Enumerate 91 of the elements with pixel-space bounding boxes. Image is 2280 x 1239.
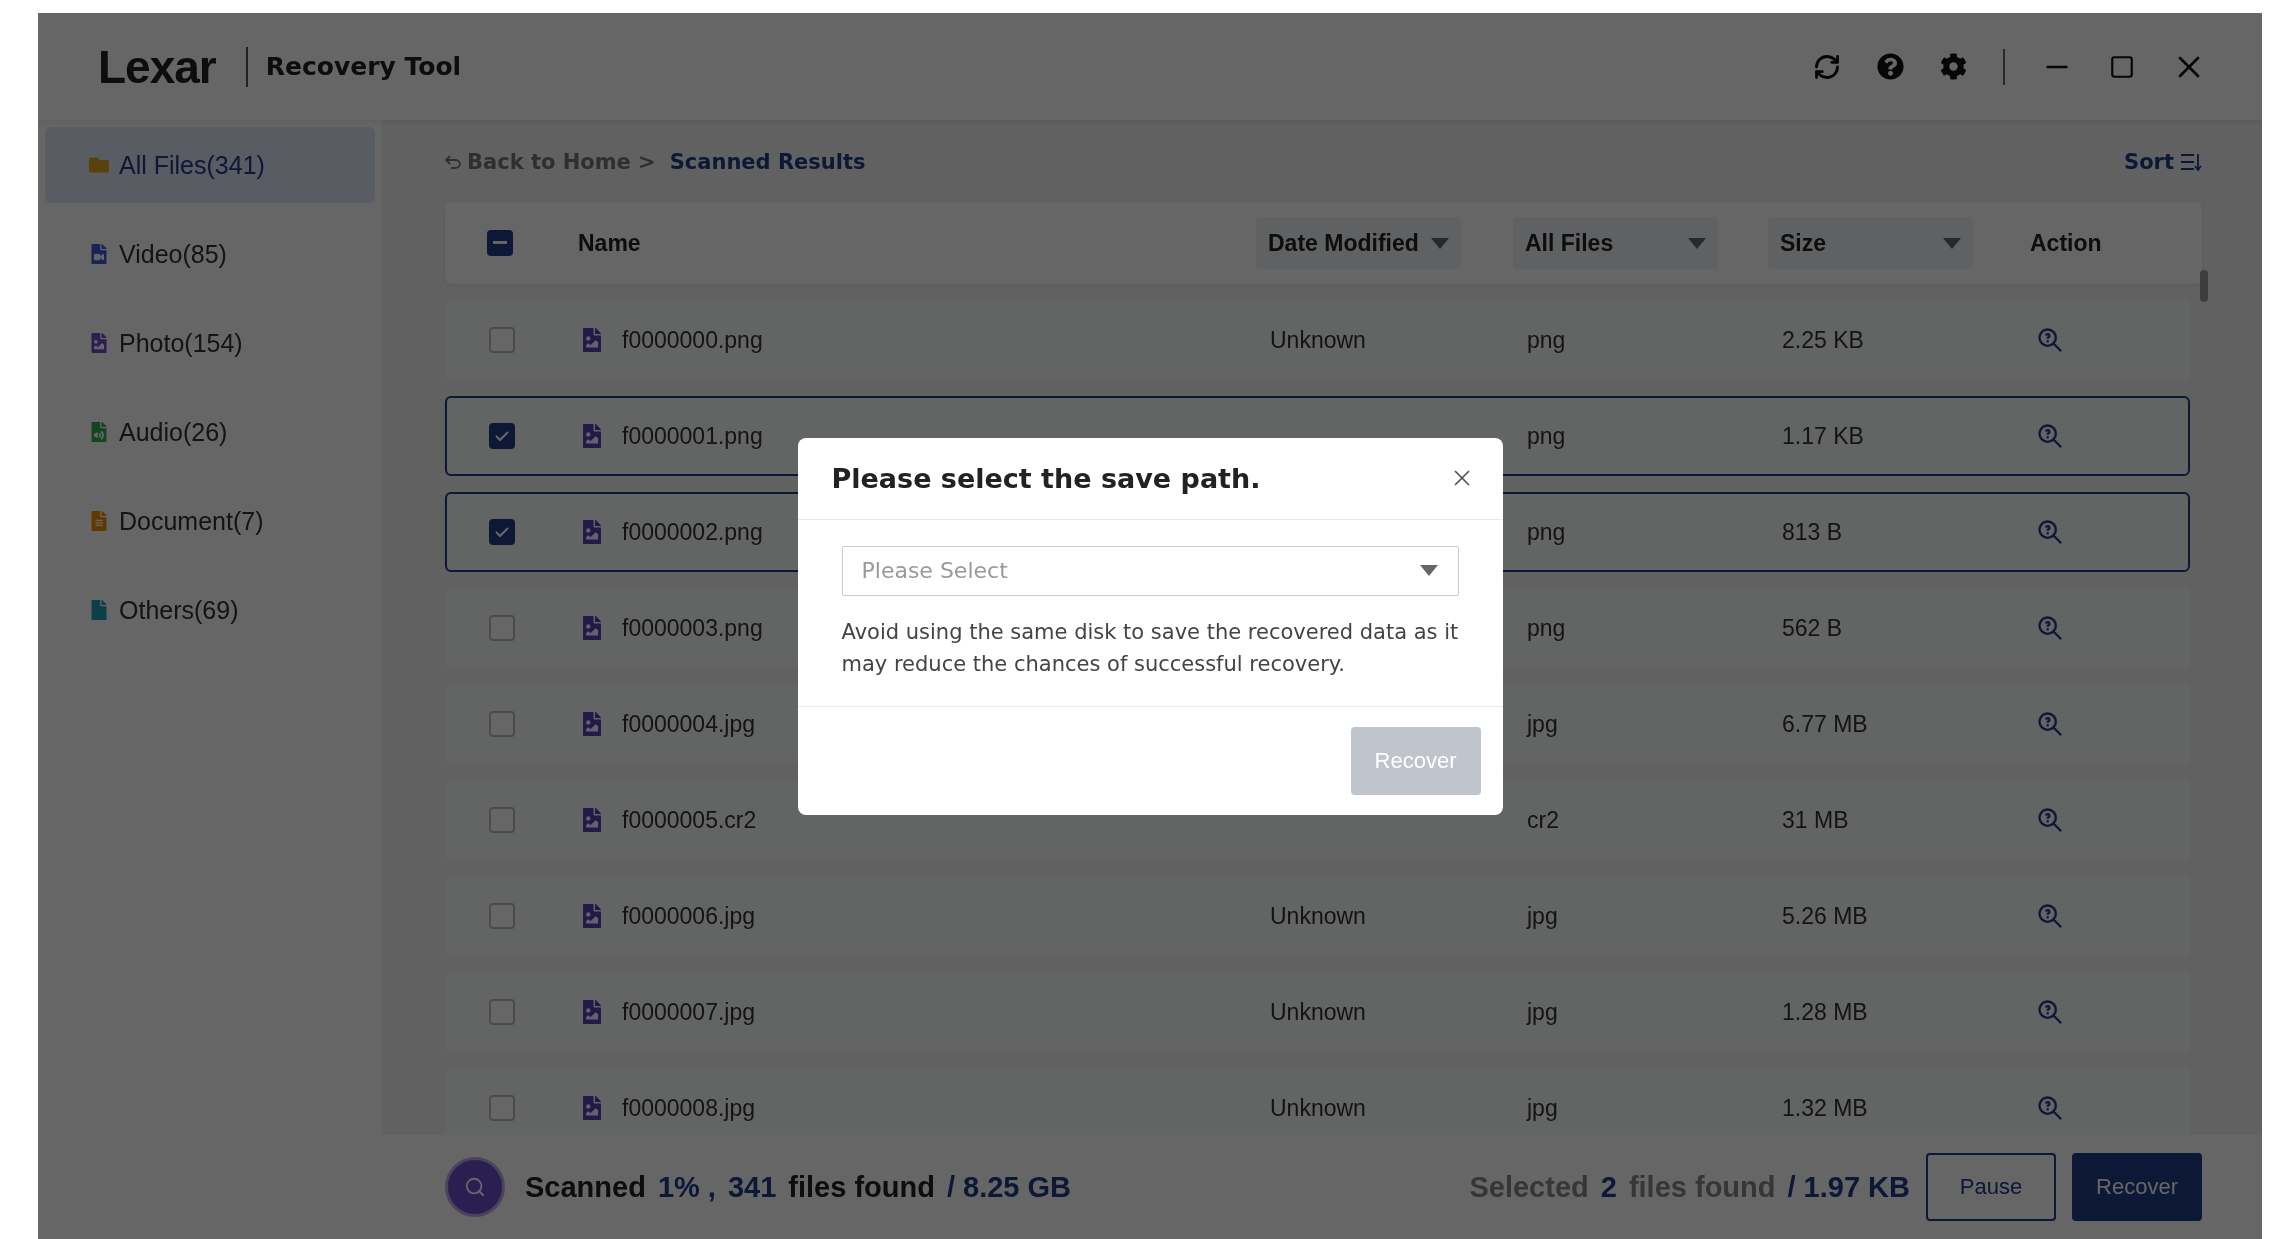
size-cell-text: 1.32 MB (1782, 1094, 1869, 1122)
check-icon (494, 430, 510, 442)
file-name: f0000004.jpg (622, 710, 755, 738)
file-name: f0000005.cr2 (622, 806, 757, 834)
check-icon (494, 526, 510, 538)
app-logo: Lexar (98, 39, 216, 94)
column-filter[interactable]: Size (1768, 217, 1973, 269)
app-title: Recovery Tool (265, 52, 462, 81)
caret-icon (1419, 565, 1438, 576)
row-checkbox[interactable] (489, 711, 515, 737)
type-cell-text: png (1527, 422, 1567, 450)
size-cell-text: 6.77 MB (1782, 710, 1869, 738)
image-file-icon (580, 1096, 604, 1120)
total-size: / 8.25 GB (946, 1170, 1072, 1204)
help-icon[interactable] (1877, 53, 1904, 80)
sidebar-item[interactable]: Others(69) (45, 572, 375, 648)
caret-icon (1688, 237, 1706, 249)
size-cell-text: 562 B (1782, 614, 1844, 642)
image-file-icon (580, 904, 604, 928)
caret-icon (1431, 237, 1449, 249)
size-cell-text: 813 B (1782, 518, 1844, 546)
minus-icon (493, 241, 507, 245)
select-all-checkbox[interactable] (487, 230, 513, 256)
files-found-label: files found (788, 1170, 935, 1204)
column-filter[interactable]: Date Modified (1256, 217, 1461, 269)
dialog-note: Avoid using the same disk to save the recovered data as it may reduce the chances of successful recovery. (841, 618, 1459, 678)
row-checkbox[interactable] (489, 999, 515, 1025)
column-filter[interactable]: All Files (1513, 217, 1718, 269)
scan-label: Scanned (525, 1170, 646, 1204)
settings-icon[interactable] (1940, 53, 1967, 80)
type-cell-text: png (1527, 614, 1567, 642)
file-name: f0000008.jpg (622, 1094, 755, 1122)
row-checkbox[interactable] (489, 903, 515, 929)
image-file-icon (580, 808, 604, 832)
sidebar-item[interactable]: Video(85) (45, 216, 375, 292)
image-file-icon (580, 328, 604, 352)
breadcrumb-current[interactable]: Scanned Results (669, 150, 866, 174)
image-file-icon (580, 1000, 604, 1024)
sidebar-item[interactable]: Document(7) (45, 483, 375, 559)
size-cell-text: 5.26 MB (1782, 902, 1869, 930)
maximize-icon[interactable] (2109, 53, 2135, 80)
save-path-select[interactable]: Please Select (841, 545, 1459, 596)
sidebar-item[interactable]: Audio(26) (45, 394, 375, 470)
recover-button[interactable]: Recover (2072, 1153, 2202, 1221)
image-file-icon (580, 616, 604, 640)
row-checkbox[interactable] (489, 519, 515, 545)
sidebar-item[interactable]: Photo(154) (45, 305, 375, 381)
column-header: Name (577, 229, 642, 257)
pause-button[interactable]: Pause (1926, 1153, 2056, 1221)
caret-icon (1943, 237, 1961, 249)
row-checkbox[interactable] (489, 1095, 515, 1121)
type-cell-text: png (1527, 326, 1567, 354)
type-cell-text: cr2 (1527, 806, 1560, 834)
type-cell-text: png (1527, 518, 1567, 546)
image-file-icon (580, 712, 604, 736)
file-name: f0000006.jpg (622, 902, 755, 930)
scan-percent: 1% , (657, 1170, 716, 1204)
size-cell-text: 1.17 KB (1782, 422, 1865, 450)
file-name: f0000001.png (622, 422, 763, 450)
row-checkbox[interactable] (489, 615, 515, 641)
file-name: f0000003.png (622, 614, 763, 642)
selected-count: 2 (1600, 1170, 1617, 1204)
date-cell-text: Unknown (1270, 902, 1367, 930)
scrollbar-thumb[interactable] (2200, 270, 2208, 302)
date-cell-text: Unknown (1270, 326, 1367, 354)
size-cell-text: 31 MB (1782, 806, 1850, 834)
type-cell-text: jpg (1527, 998, 1559, 1026)
size-cell-text: 1.28 MB (1782, 998, 1869, 1026)
refresh-icon[interactable] (1813, 52, 1841, 81)
date-cell-text: Unknown (1270, 1094, 1367, 1122)
sidebar-item[interactable]: All Files(341) (45, 127, 375, 203)
image-file-icon (580, 424, 604, 448)
type-cell-text: jpg (1527, 710, 1559, 738)
column-header: Action (2030, 229, 2103, 257)
files-count: 341 (727, 1170, 777, 1204)
row-checkbox[interactable] (489, 423, 515, 449)
sort-button[interactable]: Sort (2124, 150, 2202, 174)
scan-icon (445, 1157, 505, 1217)
row-checkbox[interactable] (489, 327, 515, 353)
file-name: f0000002.png (622, 518, 763, 546)
file-name: f0000007.jpg (622, 998, 755, 1026)
row-checkbox[interactable] (489, 807, 515, 833)
date-cell-text: Unknown (1270, 998, 1367, 1026)
file-name: f0000000.png (622, 326, 763, 354)
size-cell-text: 2.25 KB (1782, 326, 1865, 354)
back-arrow-icon (445, 155, 461, 169)
type-cell-text: jpg (1527, 1094, 1559, 1122)
type-cell-text: jpg (1527, 902, 1559, 930)
selected-size: / 1.97 KB (1787, 1170, 1910, 1204)
image-file-icon (580, 520, 604, 544)
sort-icon (2180, 152, 2202, 172)
